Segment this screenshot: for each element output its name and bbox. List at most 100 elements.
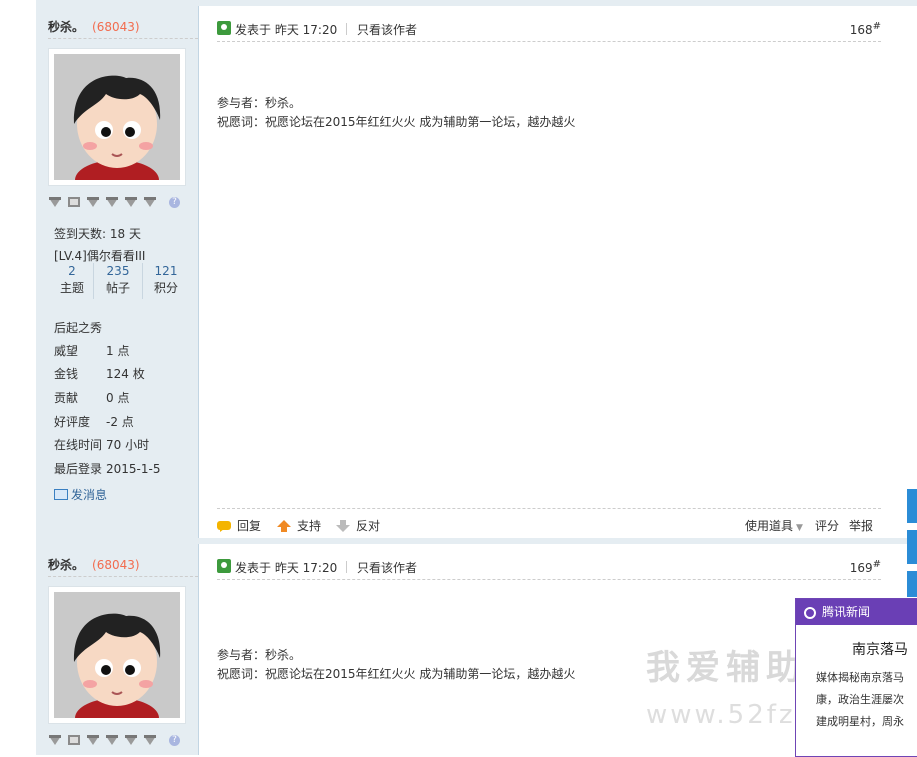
use-tools-label: 使用道具 [745,519,794,533]
meta-divider [346,23,347,35]
report-button[interactable]: 举报 [849,517,873,534]
medal-icon[interactable] [48,196,62,208]
profile-key: 贡献 [54,391,79,405]
author-header: 秒杀。 (68043) [48,18,198,39]
oppose-button[interactable]: 反对 [336,517,380,534]
online-status-icon [217,21,231,35]
profile-money: 金钱 124 枚 [54,365,145,382]
profile-key: 金钱 [54,367,79,381]
meta-divider [346,561,347,573]
avatar[interactable] [48,586,186,724]
post-meta: 发表于 昨天 17:20 只看该作者 169# [217,557,881,580]
profile-key: 好评度 [54,415,91,429]
floor-mark: # [872,21,881,32]
caret-down-icon: ▼ [796,523,803,533]
post-168: 秒杀。 (68043) ? 签到天数: 18 天 [LV.4]偶尔看看III 2… [36,6,917,538]
news-headline[interactable]: 南京落马 [852,639,908,659]
avatar-image [54,54,180,180]
profile-contribution: 贡献 0 点 [54,389,129,406]
side-float-tab[interactable] [907,571,917,597]
medal-icon[interactable] [143,734,157,746]
support-button[interactable]: 支持 [277,517,321,534]
author-sidebar: 秒杀。 (68043) ? [36,544,199,755]
post-body-line: 祝愿词：祝愿论坛在2015年红红火火 成为辅助第一论坛，越办越火 [217,667,576,681]
post-content: 发表于 昨天 17:20 只看该作者 168# 参与者：秒杀。 祝愿词：祝愿论坛… [217,6,881,538]
post-time: 发表于 昨天 17:20 [235,23,338,37]
profile-prestige: 威望 1 点 [54,342,129,359]
side-float-tab[interactable] [907,489,917,523]
author-uid: (68043) [92,20,140,34]
profile-key: 威望 [54,344,79,358]
medal-icon[interactable] [86,734,100,746]
reply-icon [217,521,231,532]
medal-icon[interactable] [124,734,138,746]
author-name[interactable]: 秒杀。 [48,20,84,34]
medal-icon[interactable] [86,196,100,208]
profile-value: -2 点 [106,415,134,429]
medal-bar: ? [48,734,188,750]
stat-posts[interactable]: 235 帖子 [94,263,142,297]
only-author-link[interactable]: 只看该作者 [357,21,417,38]
only-author-link[interactable]: 只看该作者 [357,559,417,576]
post-meta: 发表于 昨天 17:20 只看该作者 168# [217,19,881,42]
profile-value: 0 点 [106,391,130,405]
profile-value: 2015-1-5 [106,462,161,476]
medal-icon[interactable] [105,734,119,746]
stat-points[interactable]: 121 积分 [142,263,190,297]
checkin-days: 签到天数: 18 天 [54,227,141,241]
stat-threads-count: 2 [68,264,76,278]
floor-number-value: 168 [849,23,873,37]
post-body-line: 参与者：秒杀。 [217,648,302,662]
use-tools-dropdown[interactable]: 使用道具 ▼ [745,517,803,534]
stat-posts-label: 帖子 [105,281,130,295]
floor-number[interactable]: 168# [850,21,881,37]
user-level[interactable]: [LV.4]偶尔看看III [54,247,145,264]
arrow-down-icon [336,520,350,532]
send-message-link[interactable]: 发消息 [54,486,107,503]
oppose-label: 反对 [356,519,381,533]
medal-icon[interactable] [105,196,119,208]
online-status-icon [217,559,231,573]
news-popup-header: 腾讯新闻 [796,599,917,625]
user-stats: 2 主题 235 帖子 121 积分 [48,263,198,301]
stat-points-label: 积分 [153,281,178,295]
help-icon[interactable]: ? [169,197,180,208]
support-label: 支持 [297,519,322,533]
profile-value: 70 小时 [106,438,150,452]
stat-threads-label: 主题 [59,281,84,295]
medal-icon[interactable] [67,196,81,208]
envelope-icon [54,489,68,500]
floor-mark: # [872,559,881,570]
profile-last-login: 最后登录 2015-1-5 [54,460,160,477]
tencent-news-logo-icon [804,607,816,619]
help-icon[interactable]: ? [169,735,180,746]
profile-value: 1 点 [106,344,130,358]
news-popup[interactable]: 腾讯新闻 南京落马 媒体揭秘南京落马 康，政治生涯屡次 建成明星村，周永 [795,598,917,757]
medal-bar: ? [48,196,188,212]
profile-rating: 好评度 -2 点 [54,413,134,430]
author-name[interactable]: 秒杀。 [48,558,84,572]
medal-icon[interactable] [48,734,62,746]
stat-threads[interactable]: 2 主题 [48,263,96,297]
avatar[interactable] [48,48,186,186]
floor-number[interactable]: 169# [850,559,881,575]
medal-icon[interactable] [67,734,81,746]
page-left-margin [0,0,36,755]
profile-value: 124 枚 [106,367,145,381]
news-summary[interactable]: 媒体揭秘南京落马 康，政治生涯屡次 建成明星村，周永 [816,667,916,727]
user-rank: 后起之秀 [54,321,103,335]
post-body-line: 祝愿词：祝愿论坛在2015年红红火火 成为辅助第一论坛，越办越火 [217,115,576,129]
avatar-image [54,592,180,718]
medal-icon[interactable] [124,196,138,208]
reply-button[interactable]: 回复 [217,517,261,534]
side-float-tab[interactable] [907,530,917,564]
author-uid: (68043) [92,558,140,572]
stat-points-count: 121 [154,264,178,278]
rate-button[interactable]: 评分 [815,517,839,534]
arrow-up-icon [277,520,291,532]
post-time: 发表于 昨天 17:20 [235,561,338,575]
medal-icon[interactable] [143,196,157,208]
reply-label: 回复 [237,519,262,533]
floor-number-value: 169 [849,561,873,575]
profile-key: 最后登录 [54,462,103,476]
